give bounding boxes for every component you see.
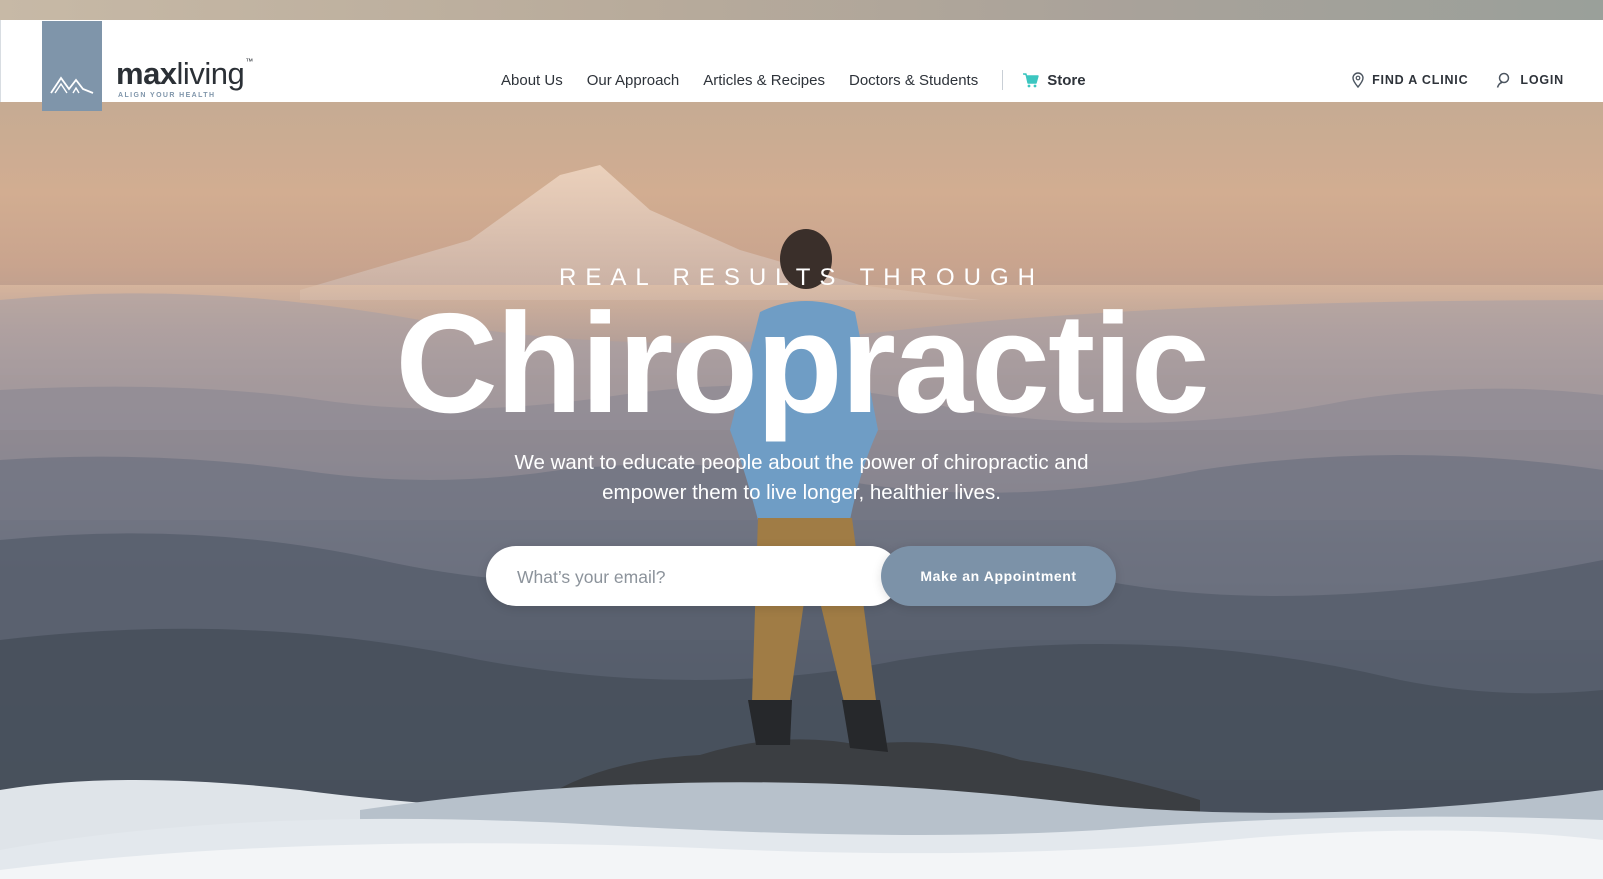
nav-link-about-us[interactable]: About Us <box>501 72 563 89</box>
logo-mark[interactable] <box>42 21 102 111</box>
brand-name-bold: max <box>116 56 177 91</box>
bottom-wave-divider <box>0 780 1603 879</box>
find-clinic-link[interactable]: FIND A CLINIC <box>1352 72 1468 88</box>
nav-divider <box>1002 70 1004 90</box>
top-image-strip <box>0 0 1603 20</box>
login-label: LOGIN <box>1520 73 1564 87</box>
user-icon <box>1497 72 1510 88</box>
brand-tagline: ALIGN YOUR HEALTH <box>118 92 216 99</box>
hero-subtext-line-2: empower them to live longer, healthier l… <box>602 481 1001 504</box>
nav-link-articles-recipes[interactable]: Articles & Recipes <box>703 72 825 89</box>
site-header: maxliving™ ALIGN YOUR HEALTH About Us Ou… <box>0 20 1603 111</box>
hero-subtext-line-1: We want to educate people about the powe… <box>514 451 1089 474</box>
map-pin-icon <box>1352 72 1364 88</box>
find-clinic-label: FIND A CLINIC <box>1372 73 1469 87</box>
nav-link-doctors-students[interactable]: Doctors & Students <box>849 72 978 89</box>
brand-name-light: living <box>176 56 245 91</box>
trademark-symbol: ™ <box>245 57 253 66</box>
hero-subtext: We want to educate people about the powe… <box>440 448 1163 508</box>
cart-icon <box>1023 72 1039 87</box>
main-navigation: About Us Our Approach Articles & Recipes… <box>501 70 1086 90</box>
email-field-container <box>486 546 900 608</box>
make-appointment-button[interactable]: Make an Appointment <box>881 546 1116 606</box>
login-link[interactable]: LOGIN <box>1496 72 1564 88</box>
store-label: Store <box>1047 71 1086 89</box>
email-input[interactable] <box>515 546 859 608</box>
hero-headline: Chiropractic <box>395 284 1209 443</box>
mountain-logo-icon <box>50 76 94 94</box>
brand-wordmark[interactable]: maxliving™ <box>116 56 253 91</box>
nav-link-store[interactable]: Store <box>1023 71 1086 89</box>
utility-navigation: FIND A CLINIC LOGIN <box>1324 72 1564 88</box>
nav-link-our-approach[interactable]: Our Approach <box>587 72 680 89</box>
